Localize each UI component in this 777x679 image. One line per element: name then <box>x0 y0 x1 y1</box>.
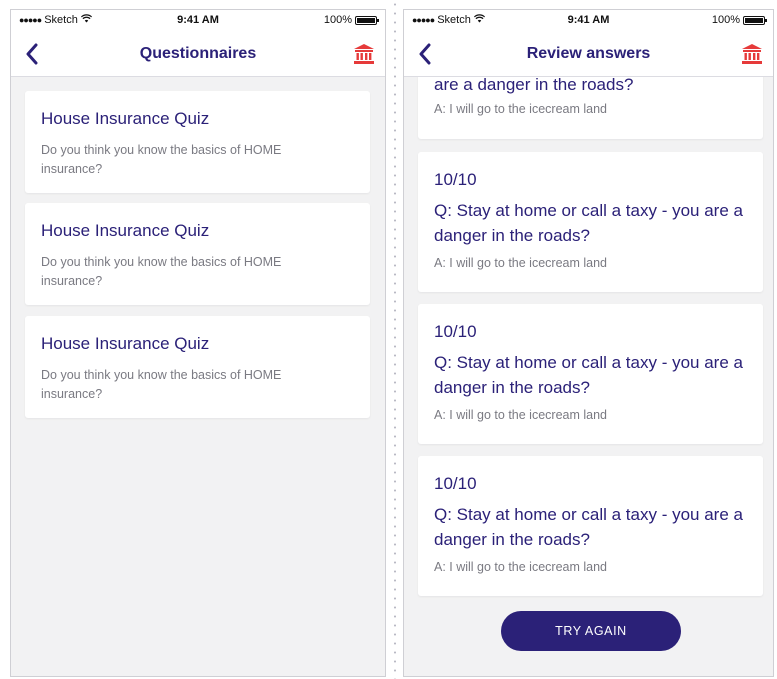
quiz-description: Do you think you know the basics of HOME… <box>41 255 282 288</box>
answer-text: A: I will go to the icecream land <box>434 102 607 116</box>
answer-text: A: I will go to the icecream land <box>434 560 607 574</box>
answer-card: 10/10 Q: Stay at home or call a taxy - y… <box>418 304 763 444</box>
answer-text: A: I will go to the icecream land <box>434 256 607 270</box>
chevron-left-icon <box>26 43 38 65</box>
answer-question: Q: Stay at home or call a taxy - you are… <box>434 505 743 549</box>
answer-score: 10/10 <box>434 474 477 493</box>
quiz-title: House Insurance Quiz <box>41 109 210 128</box>
answer-card: are a danger in the roads? A: I will go … <box>418 71 763 139</box>
questionnaires-screen: ●●●●● Sketch 9:41 AM 100% Questionnaires <box>10 9 386 677</box>
answer-question: Q: Stay at home or call a taxy - you are… <box>434 201 743 245</box>
answer-question: Q: Stay at home or call a taxy - you are… <box>434 353 743 397</box>
battery-percent: 100% <box>711 14 740 26</box>
chevron-left-icon <box>419 43 431 65</box>
answer-text: A: I will go to the icecream land <box>434 408 607 422</box>
back-button[interactable] <box>19 40 45 68</box>
navigation-bar: Questionnaires <box>11 32 385 77</box>
bank-building-icon <box>354 44 374 64</box>
answers-list: are a danger in the roads? A: I will go … <box>404 71 773 676</box>
answer-card: 10/10 Q: Stay at home or call a taxy - y… <box>418 456 763 596</box>
quiz-description: Do you think you know the basics of HOME… <box>41 143 282 176</box>
quiz-card[interactable]: House Insurance Quiz Do you think you kn… <box>25 91 370 193</box>
back-button[interactable] <box>412 40 438 68</box>
quiz-title: House Insurance Quiz <box>41 334 210 353</box>
try-again-button[interactable]: TRY AGAIN <box>501 611 681 651</box>
quiz-description: Do you think you know the basics of HOME… <box>41 368 282 401</box>
status-battery: 100% <box>711 14 767 26</box>
navigation-bar: Review answers <box>404 32 773 77</box>
answer-score: 10/10 <box>434 322 477 341</box>
canvas: ●●●●● Sketch 9:41 AM 100% Questionnaires <box>0 0 777 679</box>
answer-score: 10/10 <box>434 170 477 189</box>
quiz-title: House Insurance Quiz <box>41 221 210 240</box>
status-bar: ●●●●● Sketch 9:41 AM 100% <box>404 10 773 32</box>
bank-button[interactable] <box>741 43 763 65</box>
page-title: Questionnaires <box>139 45 257 62</box>
answer-card: 10/10 Q: Stay at home or call a taxy - y… <box>418 152 763 292</box>
quiz-card[interactable]: House Insurance Quiz Do you think you kn… <box>25 203 370 305</box>
quiz-list: House Insurance Quiz Do you think you kn… <box>11 77 385 676</box>
battery-icon <box>355 15 379 25</box>
status-battery: 100% <box>323 14 379 26</box>
review-answers-screen: are a danger in the roads? A: I will go … <box>403 9 774 677</box>
status-bar: ●●●●● Sketch 9:41 AM 100% <box>11 10 385 32</box>
page-title: Review answers <box>526 45 651 62</box>
bank-building-icon <box>742 44 762 64</box>
quiz-card[interactable]: House Insurance Quiz Do you think you kn… <box>25 316 370 418</box>
screen-divider <box>394 0 396 679</box>
bank-button[interactable] <box>353 43 375 65</box>
battery-icon <box>743 15 767 25</box>
battery-percent: 100% <box>323 14 352 26</box>
